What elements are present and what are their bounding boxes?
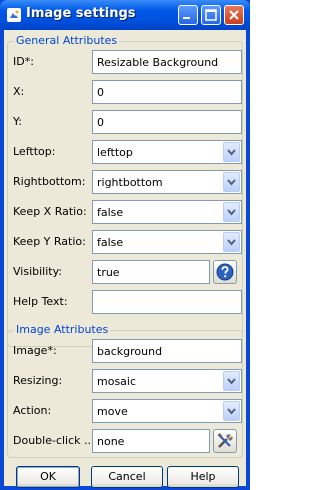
image-label: Image*: [13,344,57,357]
chevron-down-icon [227,149,236,156]
visibility-row: Visibility: true [8,260,242,284]
help-button[interactable]: Help [167,466,239,488]
action-value: move [97,405,128,418]
rightbottom-label: Rightbottom: [13,175,86,188]
resizing-row: Resizing: mosaic [8,369,242,393]
window-title: Image settings [26,6,136,21]
general-attributes-group: General Attributes ID*: Resizable Backgr… [7,34,243,347]
image-row: Image*: background [8,339,242,363]
ok-button[interactable]: OK [16,466,80,488]
rightbottom-row: Rightbottom: rightbottom [8,170,242,194]
help-text-label: Help Text: [13,295,68,308]
keep-x-ratio-row: Keep X Ratio: false [8,200,242,224]
visibility-input[interactable]: true [92,260,210,284]
title-bar[interactable]: Image settings [0,0,250,30]
x-row: X: 0 [8,80,242,104]
maximize-icon [205,9,217,21]
image-input[interactable]: background [92,339,242,363]
action-select[interactable]: move [92,399,242,423]
dialog-window: Image settings General Attributes ID*: R… [0,0,250,490]
lefttop-row: Lefttop: lefttop [8,140,242,164]
keep-x-ratio-dropdown-button[interactable] [223,202,240,222]
chevron-down-icon [227,239,236,246]
lefttop-label: Lefttop: [13,145,56,158]
lefttop-value: lefttop [97,146,133,159]
action-label: Action: [13,404,52,417]
id-label: ID*: [13,55,34,68]
keep-y-ratio-value: false [97,236,124,249]
chevron-down-icon [227,179,236,186]
help-text-row: Help Text: [8,290,242,314]
double-click-row: Double-click ... none [8,429,242,453]
resizing-select[interactable]: mosaic [92,369,242,393]
keep-y-ratio-select[interactable]: false [92,230,242,254]
keep-x-ratio-select[interactable]: false [92,200,242,224]
y-input[interactable]: 0 [92,110,242,134]
chevron-down-icon [227,408,236,415]
y-label: Y: [13,115,22,128]
lefttop-select[interactable]: lefttop [92,140,242,164]
double-click-label: Double-click ... [13,434,95,447]
minimize-button[interactable] [178,5,198,25]
keep-x-ratio-label: Keep X Ratio: [13,205,87,218]
chevron-down-icon [227,378,236,385]
visibility-help-button[interactable] [213,260,237,284]
app-icon [7,8,21,22]
keep-x-ratio-value: false [97,206,124,219]
visibility-label: Visibility: [13,265,63,278]
keep-y-ratio-label: Keep Y Ratio: [13,235,86,248]
rightbottom-select[interactable]: rightbottom [92,170,242,194]
id-row: ID*: Resizable Background [8,50,242,74]
close-button[interactable] [224,5,244,25]
image-attributes-group: Image Attributes Image*: background Resi… [7,323,243,458]
maximize-button[interactable] [201,5,221,25]
tools-icon [217,433,233,448]
close-icon [229,10,239,20]
id-input[interactable]: Resizable Background [92,50,242,74]
double-click-tools-button[interactable] [213,429,237,453]
rightbottom-value: rightbottom [97,176,163,189]
x-label: X: [13,85,25,98]
x-input[interactable]: 0 [92,80,242,104]
keep-y-ratio-row: Keep Y Ratio: false [8,230,242,254]
resizing-value: mosaic [97,375,137,388]
keep-y-ratio-dropdown-button[interactable] [223,232,240,252]
minimize-icon [183,17,190,19]
help-icon [216,263,234,281]
chevron-down-icon [227,209,236,216]
general-attributes-legend: General Attributes [14,34,120,47]
resizing-label: Resizing: [13,374,63,387]
double-click-input[interactable]: none [92,429,210,453]
cancel-button[interactable]: Cancel [91,466,163,488]
lefttop-dropdown-button[interactable] [223,142,240,162]
y-row: Y: 0 [8,110,242,134]
dialog-body: General Attributes ID*: Resizable Backgr… [4,30,246,488]
resizing-dropdown-button[interactable] [223,371,240,391]
action-dropdown-button[interactable] [223,401,240,421]
image-attributes-legend: Image Attributes [14,323,111,336]
help-text-input[interactable] [92,290,242,314]
rightbottom-dropdown-button[interactable] [223,172,240,192]
action-row: Action: move [8,399,242,423]
